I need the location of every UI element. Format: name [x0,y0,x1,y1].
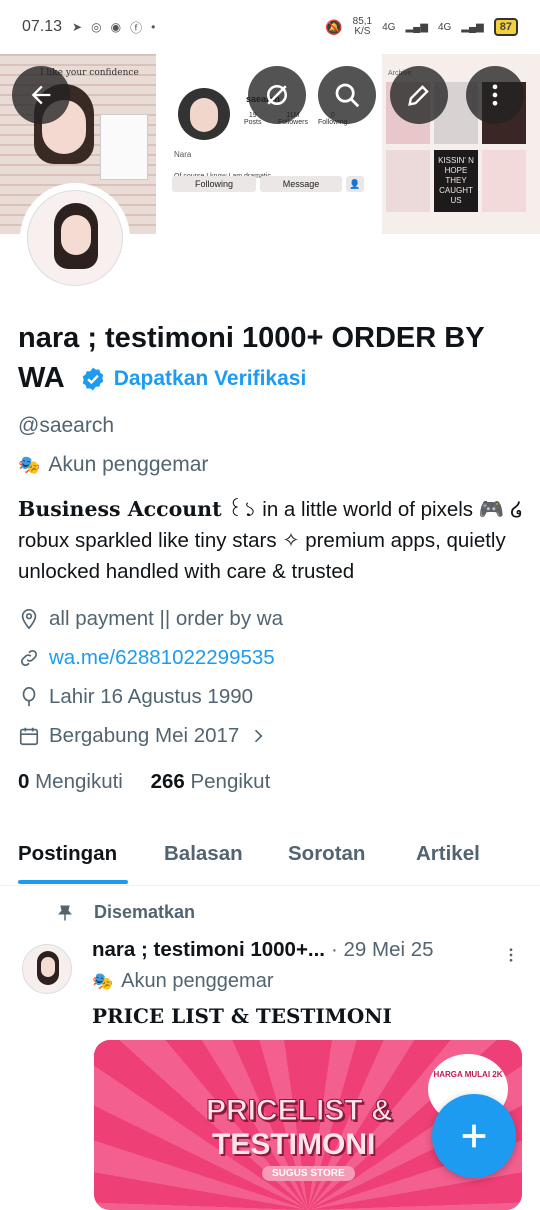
fan-account-label: 🎭 Akun penggemar [18,453,208,477]
link-text[interactable]: wa.me/62881022299535 [49,646,275,670]
banner-stat-label: Posts [244,119,262,126]
location-pin-icon [21,609,37,630]
whatsapp-business-icon: ◉ [110,20,122,34]
profile-joined[interactable]: Bergabung Mei 2017 [18,724,268,748]
search-icon [335,83,360,108]
birthday-text: Lahir 16 Agustus 1990 [49,685,254,708]
signal-bars-icon: ▂▄▆ [461,21,484,33]
grok-button[interactable] [248,66,306,124]
tab-balasan[interactable]: Balasan [164,842,243,866]
dot-icon: • [151,20,156,34]
media-title-line2: TESTIMONI [212,1128,376,1161]
post-author-avatar[interactable] [22,944,72,994]
more-options-button[interactable] [466,66,524,124]
status-time: 07.13 [22,18,63,35]
tab-postingan[interactable]: Postingan [18,842,117,866]
whatsapp-icon: ◎ [91,20,102,34]
battery-indicator: 87 [493,18,518,36]
followers-label: Pengikut [190,770,271,793]
following-label: Mengikuti [35,770,123,793]
following-link[interactable]: 0 Mengikuti [18,770,123,793]
pinned-label: Disematkan [56,902,195,923]
active-tab-indicator [18,880,128,884]
post-date[interactable]: · 29 Mei 25 [331,938,434,962]
profile-avatar[interactable] [20,183,130,293]
post-header: nara ; testimoni 1000+... · 29 Mei 25 [92,938,434,962]
notification-icons: ➤ ◎ ◉ ⓕ • [72,19,155,36]
avatar-face [41,957,55,977]
theater-mask-icon: 🎭 [92,971,114,991]
location-text: all payment || order by wa [49,607,283,630]
pencil-icon [408,85,429,106]
facebook-icon: ⓕ [130,20,143,35]
balloon-icon [22,687,36,707]
search-button[interactable] [318,66,376,124]
post-fan-text: Akun penggemar [121,970,274,992]
banner-message-button: Message [260,176,342,192]
profile-bio: Business Account ꒰১ in a little world of… [18,494,528,587]
tab-sorotan[interactable]: Sorotan [288,842,365,866]
followers-count: 266 [150,770,185,793]
status-bar: 07.13 ➤ ◎ ◉ ⓕ • 🔕 85,1 K/S 4G ▂▄▆ 4G ▂▄▆… [0,0,540,54]
fan-account-text: Akun penggemar [48,453,209,476]
profile-link[interactable]: wa.me/62881022299535 [18,646,275,670]
signal-2: 4G [437,21,452,33]
get-verified-link[interactable]: Dapatkan Verifikasi [80,359,307,399]
avatar-face [61,215,91,255]
profile-location: all payment || order by wa [18,607,283,631]
compose-post-button[interactable] [432,1094,516,1178]
pinned-text: Disematkan [94,902,196,922]
media-subtitle: SUGUS STORE [262,1166,355,1181]
chevron-right-icon [255,729,263,743]
followers-link[interactable]: 266 Pengikut [151,770,271,793]
post-fan-account-label: 🎭 Akun penggemar [92,970,274,993]
banner-tile [386,150,430,212]
calendar-icon [19,727,39,746]
banner-add-user-icon: 👤 [346,176,364,192]
pin-icon [58,905,72,920]
back-button[interactable] [12,66,70,124]
banner-text-tile: KISSIN' N HOPE THEY CAUGHT US [434,150,478,212]
profile-birthday: Lahir 16 Agustus 1990 [18,685,253,709]
grok-icon [267,85,287,105]
status-right: 🔕 85,1 K/S 4G ▂▄▆ 4G ▂▄▆ 87 [325,17,518,37]
mute-icon: 🔕 [325,18,343,35]
signal-1: 4G [382,21,396,33]
more-vertical-icon [492,84,498,106]
more-vertical-icon [509,948,513,962]
plus-icon [462,1124,486,1148]
media-title-line1: PRICELIST & [206,1094,394,1128]
profile-display-name: nara ; testimoni 1000+ ORDER BY WA Dapat… [18,318,528,399]
edit-button[interactable] [390,66,448,124]
following-count: 0 [18,770,30,793]
bio-bold-text: Business Account [18,497,222,521]
post-more-button[interactable] [502,944,520,966]
post-author-name[interactable]: nara ; testimoni 1000+... [92,938,325,962]
follow-stats: 0 Mengikuti 266 Pengikut [18,770,270,794]
back-arrow-icon [31,85,51,105]
joined-text: Bergabung Mei 2017 [49,724,240,747]
network-speed: 85,1 K/S [353,17,372,37]
post-text: PRICE LIST & TESTIMONI [92,1004,392,1028]
banner-photo-card [100,114,148,180]
profile-handle: @saearch [18,414,115,437]
signal-bars-icon: ▂▄▆ [405,21,428,33]
banner-avatar-face [190,98,218,132]
link-icon [20,649,38,667]
telegram-icon: ➤ [72,20,83,34]
tab-artikel[interactable]: Artikel [416,842,480,866]
get-verified-label: Dapatkan Verifikasi [113,367,307,391]
banner-tile [482,150,526,212]
network-speed-unit: K/S [354,26,371,37]
verified-badge-icon [82,367,103,391]
profile-tabs: Postingan Balasan Sorotan Artikel [0,826,540,886]
banner-following-button: Following [172,176,256,192]
profile-avatar-image [27,190,123,286]
banner-name: Nara [174,150,192,159]
theater-mask-icon: 🎭 [18,454,41,475]
